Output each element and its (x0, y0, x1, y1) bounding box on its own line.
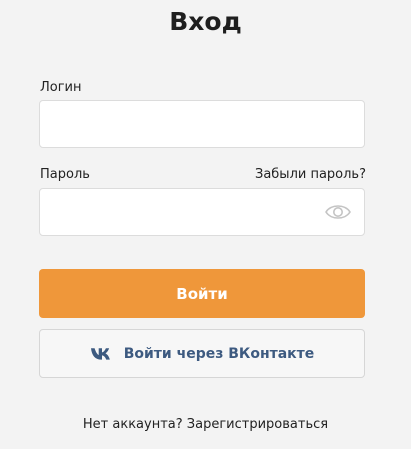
password-input[interactable] (40, 189, 364, 235)
page-title: Вход (169, 7, 242, 36)
vk-logo-icon (90, 347, 114, 361)
vk-login-label: Войти через ВКонтакте (123, 345, 315, 362)
login-button[interactable]: Войти (39, 269, 365, 318)
login-page: Вход Логин Пароль Забыли пароль? Войти В… (0, 0, 411, 449)
login-input[interactable] (40, 101, 364, 147)
vk-login-button[interactable]: Войти через ВКонтакте (39, 329, 365, 378)
login-label: Логин (40, 80, 82, 95)
password-label: Пароль (40, 167, 90, 182)
no-account-text: Нет аккаунта? (82, 417, 183, 432)
password-field-wrapper (39, 188, 365, 236)
eye-icon[interactable] (324, 202, 352, 222)
register-link[interactable]: Зарегистрироваться (187, 417, 328, 432)
login-field-wrapper (39, 100, 365, 148)
forgot-password-link[interactable]: Забыли пароль? (255, 167, 366, 182)
register-prompt: Нет аккаунта? Зарегистрироваться (0, 417, 411, 432)
